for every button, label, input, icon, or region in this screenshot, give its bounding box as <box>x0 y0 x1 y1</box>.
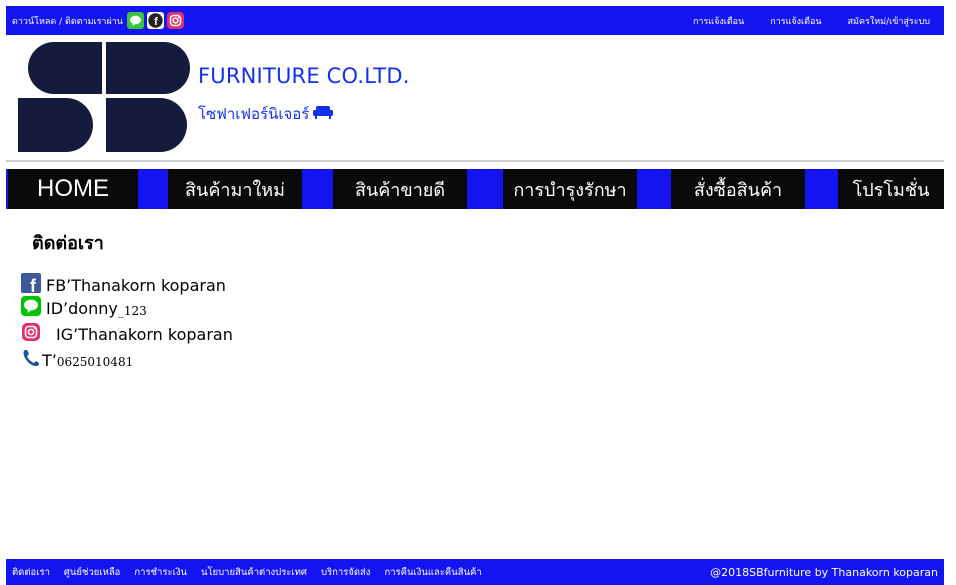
notification-link[interactable]: การแจ้งเตือน <box>693 14 744 28</box>
line-id: ID’donny <box>46 298 118 318</box>
main-navigation: HOME สินค้ามาใหม่ สินค้าขายดี การบำรุงรั… <box>6 169 944 209</box>
contact-instagram: IG’Thanakorn koparan <box>20 321 233 347</box>
phone-prefix: T’ <box>42 350 57 370</box>
facebook-name: FB’Thanakorn koparan <box>46 275 226 295</box>
register-login-link[interactable]: สมัครใหม่/เข้าสู่ระบบ <box>848 14 930 28</box>
notification-link-2[interactable]: การแจ้งเตือน <box>770 14 821 28</box>
site-footer: ติดต่อเรา ศูนย์ช่วยเหลือ การชำระเงิน นโย… <box>6 559 944 585</box>
contact-title: ติดต่อเรา <box>32 233 104 254</box>
social-follow-group: ดาวน์โหลด / ติดตามเราผ่าน f <box>12 6 187 35</box>
line-app-icon <box>20 295 42 321</box>
svg-text:f: f <box>154 16 158 28</box>
svg-text:f: f <box>30 276 37 294</box>
contact-section: ติดต่อเรา f FB’Thanakorn koparan ID’donn… <box>20 228 233 370</box>
sofa-icon <box>313 105 334 123</box>
footer-link-shipping[interactable]: บริการจัดส่ง <box>321 565 371 580</box>
nav-maintenance[interactable]: การบำรุงรักษา <box>503 169 637 209</box>
copyright-text: @2018SBfurniture by Thanakorn koparan <box>710 565 938 579</box>
instagram-icon[interactable] <box>166 12 184 29</box>
site-header: FURNITURE CO.LTD. โซฟาเฟอร์นิเจอร์ <box>6 36 944 162</box>
brand-subtitle-text: โซฟาเฟอร์นิเจอร์ <box>198 105 310 123</box>
footer-link-returns[interactable]: การคืนเงินและคืนสินค้า <box>384 565 481 580</box>
brand-subtitle: โซฟาเฟอร์นิเจอร์ <box>198 102 334 126</box>
nav-home[interactable]: HOME <box>8 169 138 209</box>
brand-name: FURNITURE CO.LTD. <box>198 64 410 88</box>
footer-link-help[interactable]: ศูนย์ช่วยเหลือ <box>64 565 120 580</box>
nav-new-products[interactable]: สินค้ามาใหม่ <box>168 169 302 209</box>
footer-link-contact[interactable]: ติดต่อเรา <box>12 565 50 580</box>
footer-links: ติดต่อเรา ศูนย์ช่วยเหลือ การชำระเงิน นโย… <box>12 559 496 585</box>
instagram-name: IG’Thanakorn koparan <box>56 324 233 344</box>
line-icon[interactable] <box>126 12 144 29</box>
sb-logo[interactable] <box>18 42 190 152</box>
download-follow-text: ดาวน์โหลด / ติดตามเราผ่าน <box>12 16 123 27</box>
phone-icon <box>20 348 42 372</box>
phone-number: 0625010481 <box>56 355 134 369</box>
line-id-suffix: _123 <box>117 304 147 318</box>
nav-order[interactable]: สั่งซื้อสินค้า <box>671 169 805 209</box>
instagram-app-icon <box>20 321 42 347</box>
contact-line: ID’donny _123 <box>20 295 147 321</box>
contact-phone: T’ 0625010481 <box>20 348 133 372</box>
footer-link-overseas-policy[interactable]: นโยบายสินค้าต่างประเทศ <box>201 565 307 580</box>
facebook-icon[interactable]: f <box>146 12 164 29</box>
top-utility-bar: ดาวน์โหลด / ติดตามเราผ่าน f การแจ้งเตือน… <box>6 6 944 35</box>
footer-link-payment[interactable]: การชำระเงิน <box>134 565 187 580</box>
nav-best-sellers[interactable]: สินค้าขายดี <box>333 169 467 209</box>
account-links: การแจ้งเตือน การแจ้งเตือน สมัครใหม่/เข้า… <box>667 6 930 35</box>
nav-promotion[interactable]: โปรโมชั่น <box>838 169 944 209</box>
